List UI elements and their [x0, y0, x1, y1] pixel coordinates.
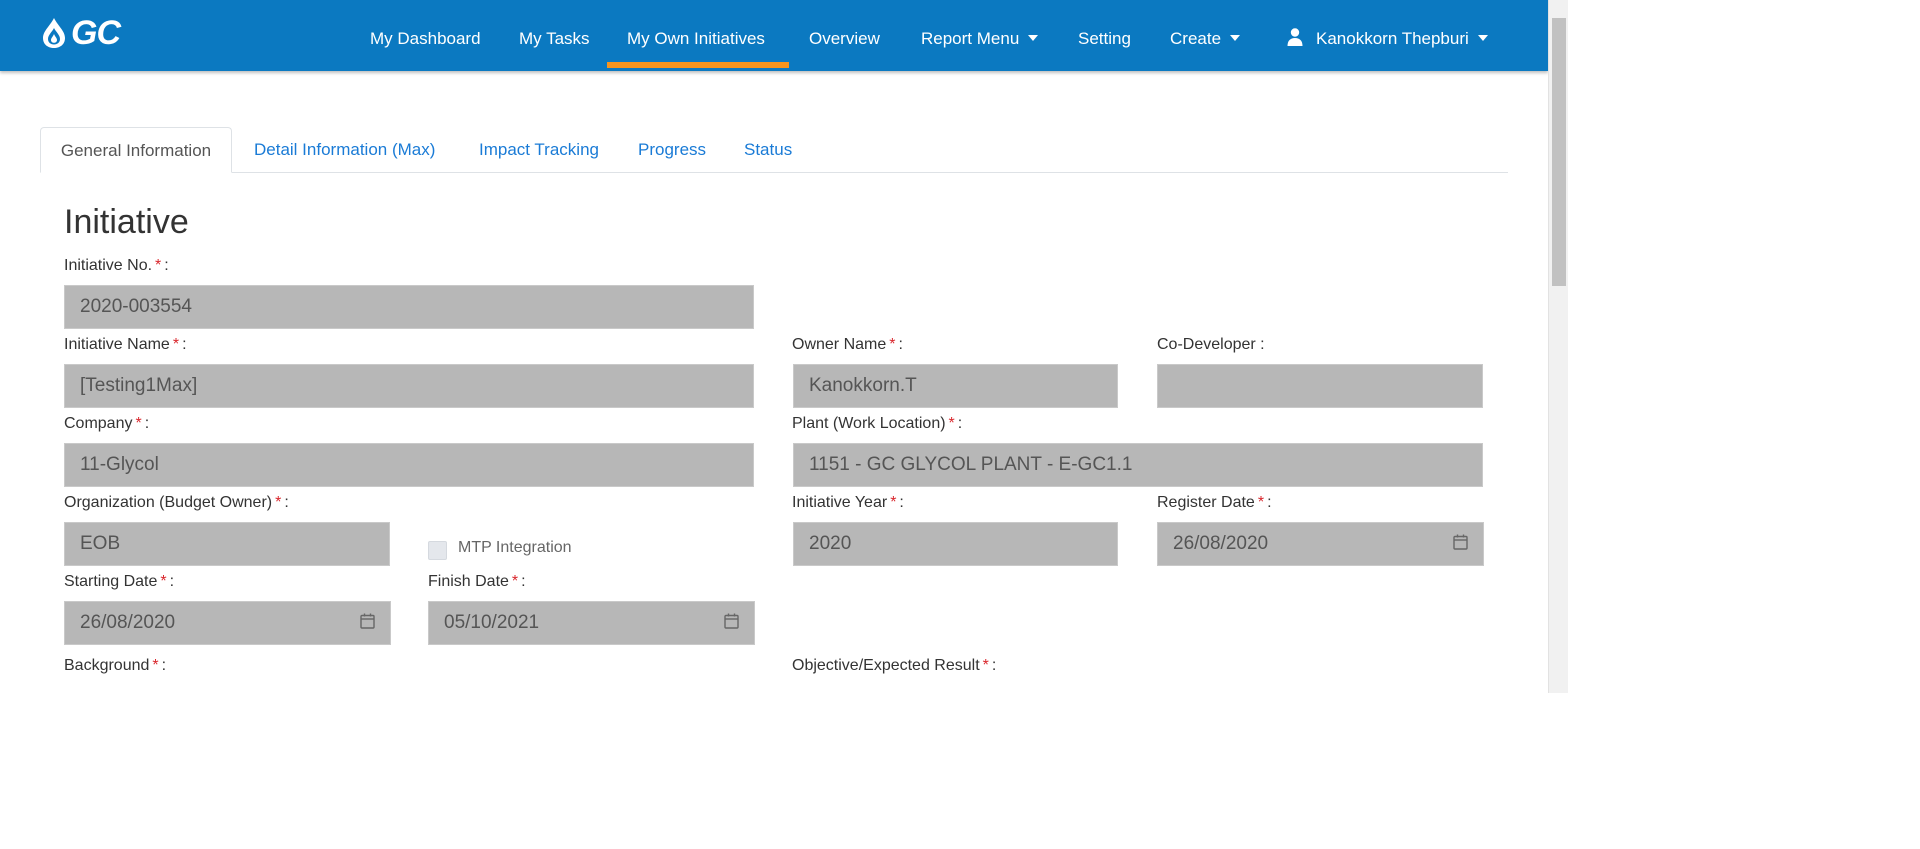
initiative-name-field[interactable]: [Testing1Max]: [64, 364, 754, 408]
register-date-value: 26/08/2020: [1173, 533, 1269, 554]
co-developer-label: Co-Developer :: [1157, 336, 1265, 353]
page-title: Initiative: [64, 203, 189, 241]
required-marker: *: [889, 336, 896, 353]
nav-create[interactable]: Create: [1170, 0, 1241, 71]
required-marker: *: [275, 494, 282, 511]
starting-date-field[interactable]: 26/08/2020: [64, 601, 391, 645]
logo-text: GC: [71, 14, 121, 52]
initiative-name-label: Initiative Name *:: [64, 336, 187, 353]
droplet-flame-icon: [43, 18, 65, 48]
nav-my-tasks[interactable]: My Tasks: [519, 0, 590, 71]
top-navbar: GC My Dashboard My Tasks My Own Initiati…: [0, 0, 1548, 71]
calendar-icon[interactable]: [724, 613, 739, 629]
plant-field[interactable]: 1151 - GC GLYCOL PLANT - E-GC1.1: [793, 443, 1483, 487]
nav-report-menu[interactable]: Report Menu: [921, 0, 1039, 71]
nav-setting[interactable]: Setting: [1078, 0, 1131, 71]
starting-date-value: 26/08/2020: [80, 612, 176, 633]
tab-detail-information[interactable]: Detail Information (Max): [254, 127, 435, 173]
required-marker: *: [511, 573, 519, 590]
register-date-label: Register Date *:: [1157, 494, 1272, 511]
user-name: Kanokkorn Thepburi: [1316, 29, 1469, 48]
plant-label: Plant (Work Location) *:: [792, 415, 963, 432]
calendar-icon[interactable]: [1453, 534, 1468, 550]
tab-general-information[interactable]: General Information: [40, 127, 232, 173]
starting-date-label-text: Starting Date: [64, 573, 158, 590]
finish-date-value: 05/10/2021: [444, 612, 540, 633]
initiative-no-label: Initiative No. *:: [64, 257, 169, 274]
initiative-name-label-text: Initiative Name: [64, 336, 170, 353]
finish-date-field[interactable]: 05/10/2021: [428, 601, 755, 645]
calendar-icon[interactable]: [360, 613, 375, 629]
background-label: Background *:: [64, 657, 167, 674]
organization-label: Organization (Budget Owner) *:: [64, 494, 289, 511]
owner-name-label: Owner Name *:: [792, 336, 903, 353]
mtp-integration-checkbox[interactable]: [428, 541, 447, 560]
background-label-text: Background: [64, 657, 150, 674]
active-nav-indicator: [607, 62, 789, 68]
nav-overview[interactable]: Overview: [809, 0, 880, 71]
required-marker: *: [160, 573, 167, 590]
owner-name-label-text: Owner Name: [792, 336, 887, 353]
objective-label: Objective/Expected Result *:: [792, 657, 997, 674]
user-icon: [1287, 28, 1303, 46]
required-marker: *: [172, 336, 180, 353]
plant-label-text: Plant (Work Location): [792, 415, 946, 432]
owner-name-field[interactable]: Kanokkorn.T: [793, 364, 1118, 408]
objective-label-text: Objective/Expected Result: [792, 657, 980, 674]
nav-user-menu[interactable]: Kanokkorn Thepburi: [1287, 0, 1488, 71]
required-marker: *: [948, 415, 955, 432]
organization-field[interactable]: EOB: [64, 522, 390, 566]
nav-my-own-initiatives[interactable]: My Own Initiatives: [627, 0, 765, 71]
required-marker: *: [1257, 494, 1265, 511]
initiative-no-field[interactable]: 2020-003554: [64, 285, 754, 329]
finish-date-label: Finish Date *:: [428, 573, 526, 590]
company-label-text: Company: [64, 415, 133, 432]
tab-status[interactable]: Status: [744, 127, 792, 173]
required-marker: *: [135, 415, 142, 432]
gc-logo[interactable]: GC: [40, 14, 121, 52]
initiative-year-label: Initiative Year *:: [792, 494, 904, 511]
company-label: Company *:: [64, 415, 150, 432]
required-marker: *: [890, 494, 897, 511]
company-field[interactable]: 11-Glycol: [64, 443, 754, 487]
caret-down-icon: [1028, 35, 1039, 41]
starting-date-label: Starting Date *:: [64, 573, 175, 590]
nav-report-menu-label: Report Menu: [921, 29, 1020, 48]
initiative-year-field[interactable]: 2020: [793, 522, 1118, 566]
caret-down-icon: [1230, 35, 1241, 41]
required-marker: *: [982, 657, 989, 674]
caret-down-icon: [1477, 35, 1488, 41]
nav-create-label: Create: [1170, 29, 1222, 48]
required-marker: *: [152, 657, 159, 674]
mtp-integration-label: MTP Integration: [458, 539, 572, 556]
tab-impact-tracking[interactable]: Impact Tracking: [479, 127, 599, 173]
nav-my-dashboard[interactable]: My Dashboard: [370, 0, 481, 71]
scrollbar-thumb[interactable]: [1552, 18, 1566, 286]
co-developer-field[interactable]: [1157, 364, 1483, 408]
register-date-label-text: Register Date: [1157, 494, 1255, 511]
organization-label-text: Organization (Budget Owner): [64, 494, 273, 511]
required-marker: *: [155, 257, 162, 274]
tab-progress[interactable]: Progress: [638, 127, 706, 173]
initiative-year-label-text: Initiative Year: [792, 494, 888, 511]
page-scrollbar[interactable]: [1548, 0, 1568, 693]
initiative-no-label-text: Initiative No.: [64, 257, 153, 274]
finish-date-label-text: Finish Date: [428, 573, 509, 590]
register-date-field[interactable]: 26/08/2020: [1157, 522, 1484, 566]
